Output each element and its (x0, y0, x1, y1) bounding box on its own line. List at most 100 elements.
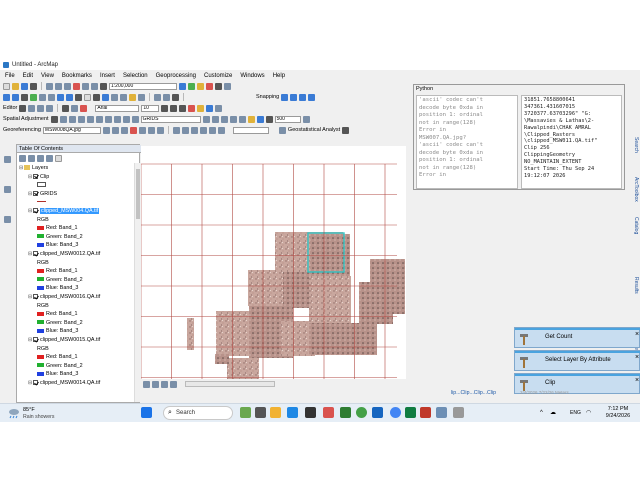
layout-view-icon[interactable] (152, 380, 159, 388)
effects-icon[interactable] (202, 115, 210, 123)
band-legend[interactable]: Green: Band_2 (37, 276, 83, 284)
vertex-snap-icon[interactable] (299, 93, 307, 101)
band-legend[interactable]: Blue: Band_3 (37, 327, 78, 335)
open-icon[interactable] (12, 82, 19, 90)
straight-segment-icon[interactable] (37, 104, 45, 112)
layer-checkbox[interactable] (33, 380, 38, 386)
close-icon[interactable]: × (635, 377, 639, 384)
menu-customize[interactable]: Customize (204, 73, 232, 79)
toggle-display-icon[interactable] (156, 126, 164, 134)
toc-scrollbar[interactable] (134, 163, 140, 402)
clear-links-icon[interactable] (104, 115, 112, 123)
edge-snap-icon[interactable] (308, 93, 316, 101)
rotate-georef-icon[interactable] (102, 126, 110, 134)
arcmap-taskbar-icon[interactable] (436, 407, 447, 418)
layout-extent-icon[interactable] (208, 126, 216, 134)
fill-color-icon[interactable] (197, 104, 205, 112)
layout-zoom-icon[interactable] (172, 126, 180, 134)
toc-text[interactable]: RGB (37, 345, 49, 353)
polygon-symbol[interactable] (37, 181, 46, 189)
toc-options-icon[interactable] (55, 155, 62, 162)
geostat-dropdown-icon[interactable] (342, 126, 350, 134)
notification-select-layer[interactable]: Select Layer By Attribute × (514, 350, 640, 371)
flicker-icon[interactable] (220, 115, 228, 123)
search-window-icon[interactable] (197, 82, 204, 90)
start-icon[interactable] (141, 407, 152, 418)
rectangle-icon[interactable] (163, 93, 170, 101)
pdf-icon[interactable] (420, 407, 431, 418)
toc-text[interactable]: RGB (37, 216, 49, 224)
layer-checkbox[interactable] (33, 294, 38, 300)
forward-icon[interactable] (66, 93, 73, 101)
find-icon[interactable] (111, 93, 118, 101)
rotate-icon[interactable] (71, 104, 79, 112)
python-icon[interactable] (215, 82, 222, 90)
layout-full-icon[interactable] (190, 126, 198, 134)
menu-windows[interactable]: Windows (240, 73, 264, 79)
fixed-zoom-out-icon[interactable] (48, 93, 55, 101)
zoom-in-icon[interactable] (3, 93, 10, 101)
font-color-icon[interactable] (188, 104, 196, 112)
back-icon[interactable] (57, 93, 64, 101)
time-slider-icon[interactable] (138, 93, 145, 101)
toc-layer[interactable]: ⊟ clipped_MSW004.QA.tif (28, 207, 100, 215)
excel-icon[interactable] (405, 407, 416, 418)
toc-text[interactable]: RGB (37, 259, 49, 267)
wifi-icon[interactable]: ◠ (586, 409, 591, 416)
toc-layer[interactable]: ⊟ Clip (28, 173, 49, 181)
list-by-selection-icon[interactable] (46, 155, 53, 162)
crosshair-icon[interactable] (265, 115, 273, 123)
menu-bookmarks[interactable]: Bookmarks (62, 73, 92, 79)
bold-icon[interactable] (161, 104, 169, 112)
app-icon[interactable] (323, 407, 334, 418)
editor-menu[interactable]: Editor (3, 105, 17, 111)
cloud-icon[interactable]: ☁ (550, 409, 556, 416)
spatial-adjustment-menu[interactable]: Spatial Adjustment (3, 116, 49, 122)
layer-checkbox[interactable] (33, 190, 38, 196)
modelbuilder-icon[interactable] (224, 82, 231, 90)
zoom-out-icon[interactable] (12, 93, 19, 101)
dock-icon[interactable] (4, 156, 11, 163)
line-symbol[interactable] (37, 198, 46, 206)
dock-tab-catalog[interactable]: Catalog (631, 217, 639, 234)
band-legend[interactable]: Red: Band_1 (37, 224, 77, 232)
dock-tab-results[interactable]: Results (631, 277, 639, 294)
toc-layer[interactable]: ⊟ clipped_MSW0015.QA.tif (28, 336, 100, 344)
adjust-select-icon[interactable] (50, 115, 58, 123)
band-legend[interactable]: Green: Band_2 (37, 362, 83, 370)
dock-icon[interactable] (4, 186, 11, 193)
viewer-icon[interactable] (147, 126, 155, 134)
area-link-icon[interactable] (95, 115, 103, 123)
word-icon[interactable] (372, 407, 383, 418)
hyperlink-icon[interactable] (129, 93, 136, 101)
paste-icon[interactable] (64, 82, 71, 90)
clock[interactable]: 7:12 PM 9/24/2026 (598, 406, 638, 420)
menu-file[interactable]: File (5, 73, 15, 79)
snapping-label[interactable]: Snapping (256, 94, 279, 100)
toc-layer[interactable]: ⊟ clipped_MSW0016.QA.tif (28, 293, 100, 301)
add-control-points-icon[interactable] (129, 126, 137, 134)
arctoolbox-icon[interactable] (206, 82, 213, 90)
band-legend[interactable]: Red: Band_1 (37, 310, 77, 318)
layer-checkbox[interactable] (33, 251, 38, 257)
pause-drawing-icon[interactable] (170, 380, 177, 388)
drawing-select-icon[interactable] (62, 104, 70, 112)
modify-link-icon[interactable] (68, 115, 76, 123)
task-view-icon[interactable] (255, 407, 266, 418)
map-hscrollbar[interactable] (185, 381, 275, 387)
layer-checkbox[interactable] (33, 208, 38, 214)
marker-color-icon[interactable] (215, 104, 223, 112)
menu-selection[interactable]: Selection (123, 73, 148, 79)
menu-view[interactable]: View (41, 73, 54, 79)
layout-pan-icon[interactable] (181, 126, 189, 134)
menu-edit[interactable]: Edit (23, 73, 33, 79)
band-legend[interactable]: Red: Band_1 (37, 353, 77, 361)
chevron-up-icon[interactable]: ^ (540, 410, 543, 416)
copy-icon[interactable] (55, 82, 62, 90)
list-by-visibility-icon[interactable] (37, 155, 44, 162)
widgets-icon[interactable] (240, 407, 251, 418)
band-legend[interactable]: Red: Band_1 (37, 267, 77, 275)
pan-icon[interactable] (21, 93, 28, 101)
taskbar-search[interactable]: ⌕ Search (163, 406, 233, 420)
font-combo[interactable]: Arial (95, 104, 140, 112)
